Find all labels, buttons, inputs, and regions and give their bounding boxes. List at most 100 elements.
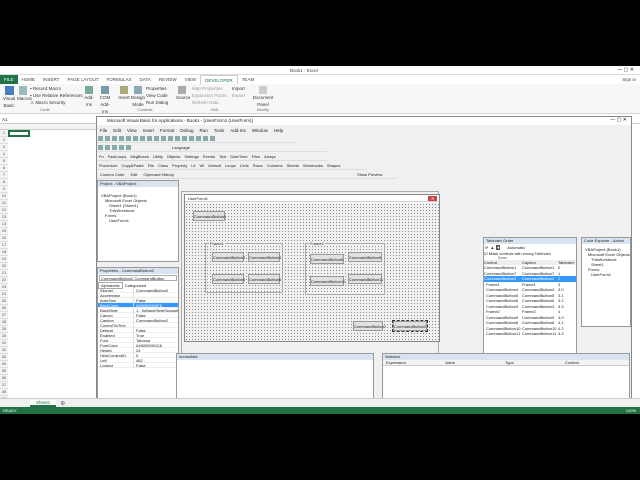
save-icon[interactable] xyxy=(112,136,117,141)
language-menu[interactable]: Language xyxy=(172,145,190,150)
comment-icon[interactable] xyxy=(112,145,117,150)
import-button[interactable]: Import xyxy=(232,85,245,92)
vbe-menu-window[interactable]: Window xyxy=(252,128,268,133)
up-arrow-icon[interactable]: ▲ xyxy=(490,245,494,250)
vbe-menu-insert[interactable]: Insert xyxy=(143,128,154,133)
row-header[interactable]: 29 xyxy=(0,326,8,333)
property-value[interactable]: 0 xyxy=(133,353,178,357)
vbe-menu-addins[interactable]: Add-Ins xyxy=(230,128,246,133)
run-icon[interactable] xyxy=(161,136,166,141)
property-value[interactable]: CommandButton2 xyxy=(133,318,178,322)
document-panel-button[interactable]: Document Panel xyxy=(252,86,274,108)
refresh-icon[interactable]: ⟳ xyxy=(485,245,488,250)
property-value[interactable]: 462 xyxy=(133,358,178,362)
frame1[interactable]: Frame1 CommandButton3 CommandButton4 Com… xyxy=(205,241,283,293)
view-code-button[interactable]: View Code xyxy=(146,92,168,99)
row-header[interactable]: 21 xyxy=(0,270,8,277)
tabindex-row[interactable]: CommandButton2 CommandButton2 2 xyxy=(484,276,576,282)
tab-developer[interactable]: DEVELOPER xyxy=(200,75,238,84)
snippet-text[interactable]: Text xyxy=(219,154,226,159)
row-header[interactable]: 32 xyxy=(0,347,8,354)
undo-icon[interactable] xyxy=(147,136,152,141)
row-header[interactable]: 38 xyxy=(0,389,8,396)
design-mode-button[interactable]: Design Mode xyxy=(131,86,145,108)
new-sheet-icon[interactable]: ⊕ xyxy=(60,400,65,407)
clipboard-history-button[interactable]: Clipboard History xyxy=(143,172,174,177)
property-value[interactable]: False xyxy=(133,328,178,332)
vbe-menu-edit[interactable]: Edit xyxy=(113,128,121,133)
copy-icon[interactable] xyxy=(126,136,131,141)
row-header[interactable]: 34 xyxy=(0,361,8,368)
commandbutton5[interactable]: CommandButton5 xyxy=(212,274,245,284)
refresh-data-button[interactable]: Refresh Data xyxy=(192,99,219,106)
paste-icon[interactable] xyxy=(133,136,138,141)
tab-page-layout[interactable]: PAGE LAYOUT xyxy=(63,75,102,84)
row-header[interactable]: 35 xyxy=(0,368,8,375)
property-value[interactable]: True xyxy=(133,333,178,337)
snippet-lit[interactable]: Lit xyxy=(191,163,195,168)
row-header[interactable]: 19 xyxy=(0,256,8,263)
row-header[interactable]: 20 xyxy=(0,263,8,270)
tabindex-row[interactable]: Frame1 Frame1 3 xyxy=(484,282,576,288)
row-header[interactable]: 4 xyxy=(0,151,8,158)
properties-button[interactable]: Properties xyxy=(146,85,167,92)
row-header[interactable]: 6 xyxy=(0,165,8,172)
snippet-procedure[interactable]: Procedure xyxy=(99,163,117,168)
property-value[interactable]: &H8000000F& xyxy=(133,303,178,307)
row-header[interactable]: 23 xyxy=(0,284,8,291)
snippet-msgboxes[interactable]: MsgBoxes xyxy=(130,154,149,159)
design-icon[interactable] xyxy=(182,136,187,141)
property-value[interactable]: CommandButton2 xyxy=(133,288,178,292)
outdent-icon[interactable] xyxy=(105,145,110,150)
find-icon[interactable] xyxy=(140,136,145,141)
watches-window[interactable]: Watches Expression Value Type Context xyxy=(382,353,630,399)
property-value[interactable]: Tahoma xyxy=(133,338,178,342)
bookmark-icon[interactable] xyxy=(126,145,131,150)
property-value[interactable] xyxy=(133,293,178,297)
sign-in-link[interactable]: Sign in xyxy=(618,75,640,84)
object-browser-icon[interactable] xyxy=(203,136,208,141)
vbe-menu-help[interactable]: Help xyxy=(274,128,283,133)
com-addins-button[interactable]: COM Add-Ins xyxy=(98,86,112,115)
tab-formulas[interactable]: FORMULAS xyxy=(103,75,136,84)
property-value[interactable]: 24 xyxy=(133,348,178,352)
property-value[interactable]: &H80000012& xyxy=(133,343,178,347)
properties-icon[interactable] xyxy=(196,136,201,141)
snippet-fastloops[interactable]: FastLoops xyxy=(108,154,127,159)
row-header[interactable]: 15 xyxy=(0,228,8,235)
row-header[interactable]: 14 xyxy=(0,221,8,228)
indent-icon[interactable] xyxy=(98,145,103,150)
export-button[interactable]: Export xyxy=(232,92,245,99)
row-header[interactable]: 10 xyxy=(0,193,8,200)
row-header[interactable]: 12 xyxy=(0,207,8,214)
tabindex-row[interactable]: CommandButton9 CommandButton9 4.0 xyxy=(484,315,576,321)
expansion-packs-button[interactable]: Expansion Packs xyxy=(192,92,227,99)
tabindex-row[interactable]: CommandButton3 CommandButton3 3.3 xyxy=(484,304,576,310)
snippet-sheets[interactable]: Sheets xyxy=(287,163,299,168)
snippet-property[interactable]: Property xyxy=(172,163,187,168)
row-header[interactable]: 37 xyxy=(0,382,8,389)
row-header[interactable]: 27 xyxy=(0,312,8,319)
tabindex-row[interactable]: CommandButton10 CommandButton10 4.2 xyxy=(484,326,576,332)
tabindex-row[interactable]: CommandButton6 CommandButton6 3.2 xyxy=(484,298,576,304)
snippet-rows[interactable]: Rows xyxy=(253,163,263,168)
row-header[interactable]: 28 xyxy=(0,319,8,326)
object-selector[interactable]: CommandButton2 CommandButton xyxy=(99,275,177,281)
row-header[interactable]: 31 xyxy=(0,340,8,347)
property-value[interactable]: 1 - fmBackStyleOpaque xyxy=(133,308,178,312)
snippet-arrays[interactable]: Arrays xyxy=(264,154,276,159)
insert-control-button[interactable]: Insert xyxy=(118,86,130,101)
vbe-menu-debug[interactable]: Debug xyxy=(180,128,193,133)
close-icon[interactable]: ✕ xyxy=(428,196,437,201)
show-preview-button[interactable]: Show Preview xyxy=(357,172,382,177)
property-value[interactable]: False xyxy=(133,363,178,367)
tab-team[interactable]: TEAM xyxy=(238,75,259,84)
row-header[interactable]: 22 xyxy=(0,277,8,284)
frame2[interactable]: Frame2 CommandButton8 CommandButton9 Com… xyxy=(305,241,385,295)
snippet-file[interactable]: File xyxy=(148,163,154,168)
row-header[interactable]: 13 xyxy=(0,214,8,221)
name-box[interactable]: A1 xyxy=(0,117,24,122)
snippet-default[interactable]: Default xyxy=(208,163,221,168)
commandbutton4[interactable]: CommandButton4 xyxy=(248,252,281,262)
userform-body[interactable]: CommandButton1 Frame1 CommandButton3 Com… xyxy=(185,203,439,341)
